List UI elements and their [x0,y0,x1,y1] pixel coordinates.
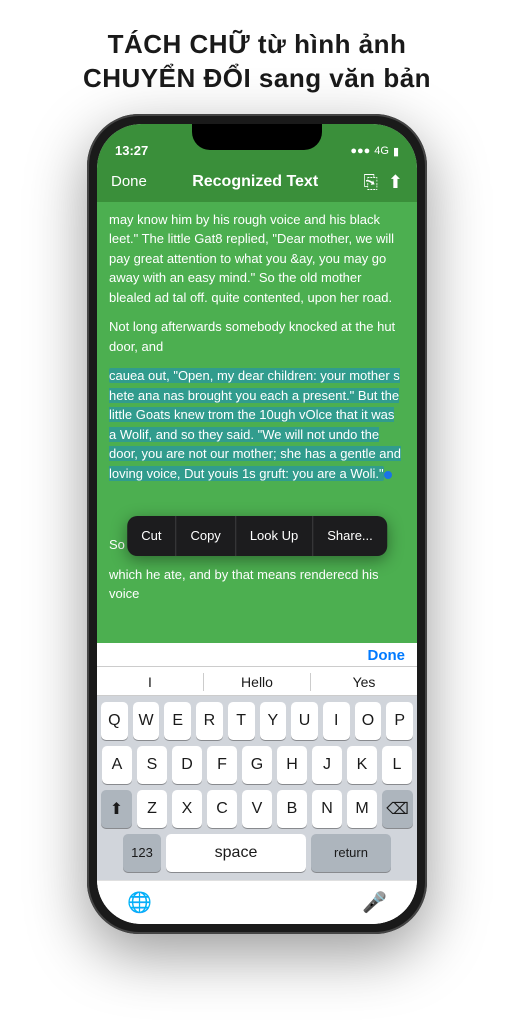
text-block-5-content: which he ate, and by that means renderec… [109,567,379,602]
key-r[interactable]: R [196,702,223,740]
keyboard-area: Done I Hello Yes Q W E R T [97,643,417,924]
key-j[interactable]: J [312,746,342,784]
nav-title: Recognized Text [192,173,318,191]
signal-icon: ●●● [350,145,370,157]
nav-icons: ⎘ ⬆ [364,173,404,191]
key-row-1: Q W E R T Y U I O P [101,702,413,740]
share-button[interactable]: Share... [313,516,387,556]
status-icons: ●●● 4G ▮ [350,145,399,158]
key-k[interactable]: K [347,746,377,784]
key-m[interactable]: M [347,790,377,828]
selected-text: cauea out, "Open, my dear children: your… [109,368,401,481]
text-block-3: cauea out, "Open, my dear children: your… [109,366,405,483]
share-icon[interactable]: ⬆ [388,173,403,191]
context-menu: Cut Copy Look Up Share... [127,516,387,556]
key-l[interactable]: L [382,746,412,784]
system-bar: 🌐 🎤 [97,880,417,924]
key-i[interactable]: I [323,702,350,740]
key-row-2: A S D F G H J K L [101,746,413,784]
key-p[interactable]: P [386,702,413,740]
key-row-3: ⬆ Z X C V B N M ⌫ [101,790,413,828]
key-a[interactable]: A [102,746,132,784]
key-g[interactable]: G [242,746,272,784]
key-x[interactable]: X [172,790,202,828]
pred-word-2[interactable]: Hello [204,674,310,690]
key-u[interactable]: U [291,702,318,740]
key-w[interactable]: W [133,702,160,740]
battery-icon: ▮ [393,145,399,158]
key-shift[interactable]: ⬆ [101,790,132,828]
cursor-end [384,471,392,479]
keyboard-done-button[interactable]: Done [368,647,406,664]
text-block-5: which he ate, and by that means renderec… [109,565,405,604]
copy-button[interactable]: Copy [176,516,235,556]
look-up-button[interactable]: Look Up [236,516,313,556]
key-e[interactable]: E [164,702,191,740]
key-h[interactable]: H [277,746,307,784]
notch [192,124,322,150]
key-f[interactable]: F [207,746,237,784]
pred-word-1[interactable]: I [97,674,203,690]
title-area: TÁCH CHỮ từ hình ảnh CHUYỂN ĐỔI sang văn… [0,0,514,114]
text-block-2: Not long afterwards somebody knocked at … [109,317,405,356]
copy-icon[interactable]: ⎘ [364,173,378,191]
done-row: Done [97,643,417,666]
text-block-1-content: may know him by his rough voice and his … [109,212,394,305]
key-o[interactable]: O [355,702,382,740]
nav-bar: Done Recognized Text ⎘ ⬆ [97,162,417,202]
text-block-1: may know him by his rough voice and his … [109,210,405,308]
key-n[interactable]: N [312,790,342,828]
keyboard: Q W E R T Y U I O P A S [97,696,417,880]
text-fade [97,603,417,643]
network-label: 4G [374,145,389,157]
globe-icon[interactable]: 🌐 [127,890,152,915]
content-area: may know him by his rough voice and his … [97,202,417,643]
key-space[interactable]: space [166,834,306,872]
status-time: 13:27 [115,143,148,158]
predictive-bar: I Hello Yes [97,666,417,696]
nav-done-button[interactable]: Done [111,173,147,190]
key-row-4: 123 space return [101,834,413,872]
key-c[interactable]: C [207,790,237,828]
key-y[interactable]: Y [260,702,287,740]
key-b[interactable]: B [277,790,307,828]
key-s[interactable]: S [137,746,167,784]
key-q[interactable]: Q [101,702,128,740]
phone-inner: 13:27 ●●● 4G ▮ Done Recognized Text ⎘ ⬆ [97,124,417,924]
pred-word-3[interactable]: Yes [311,674,417,690]
cut-button[interactable]: Cut [127,516,176,556]
text-block-2-content: Not long afterwards somebody knocked at … [109,319,395,354]
title-line1: TÁCH CHỮ từ hình ảnh [20,28,494,62]
key-t[interactable]: T [228,702,255,740]
key-z[interactable]: Z [137,790,167,828]
title-line2: CHUYỂN ĐỔI sang văn bản [20,62,494,96]
text-content: may know him by his rough voice and his … [109,210,405,604]
key-numbers[interactable]: 123 [123,834,161,872]
screen: 13:27 ●●● 4G ▮ Done Recognized Text ⎘ ⬆ [97,124,417,924]
key-delete[interactable]: ⌫ [382,790,413,828]
key-d[interactable]: D [172,746,202,784]
phone-mockup: 13:27 ●●● 4G ▮ Done Recognized Text ⎘ ⬆ [87,114,427,934]
key-return[interactable]: return [311,834,391,872]
key-v[interactable]: V [242,790,272,828]
microphone-icon[interactable]: 🎤 [362,890,387,915]
